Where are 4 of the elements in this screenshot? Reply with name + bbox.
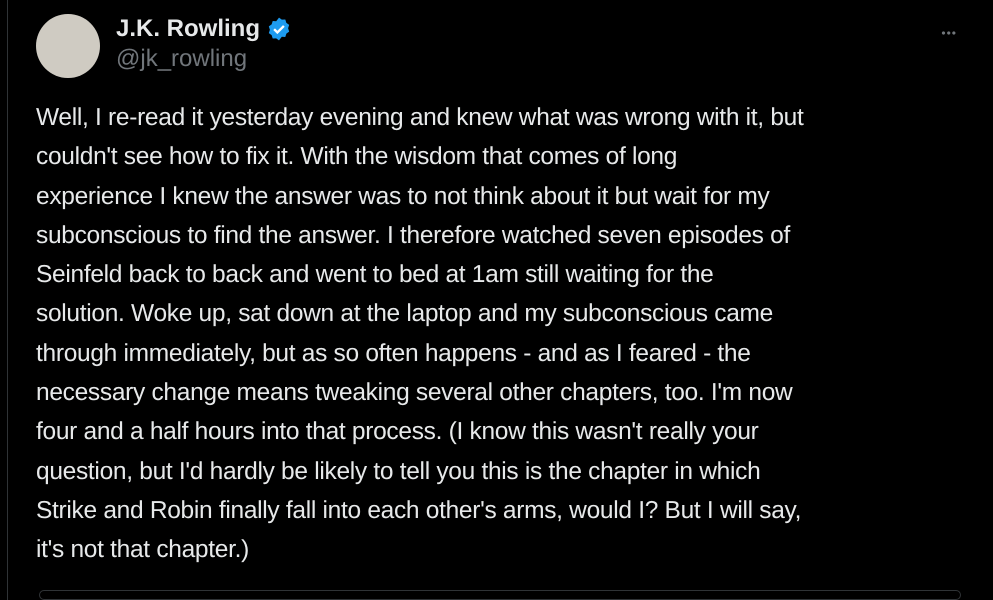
more-button[interactable]: ••• — [941, 24, 957, 42]
tweet-text: Well, I re-read it yesterday evening and knew what was wrong with it, but couldn't see how to fix it. With the wisdom that comes of long experience I knew the answer was to not think about it but wait for my subconscious to find the answer. I therefore watched seven episodes of Seinfeld back to back and went to bed at 1am still waiting for the solution. Woke up, sat down at the laptop and my subconscious came through immediately, but as so often happens - and as I feared - the necessary change means tweaking several other chapters, too. I'm now four and a half hours into that process. (I know this wasn't really your question, but I'd hardly be likely to tell you this is the chapter in which Strike and Robin finally fall into each other's arms, would I? But I will say, it's not that chapter.) — [36, 103, 805, 566]
author-name[interactable]: J.K. Rowling — [116, 14, 260, 44]
author-handle[interactable]: @jk_rowling — [116, 44, 292, 74]
